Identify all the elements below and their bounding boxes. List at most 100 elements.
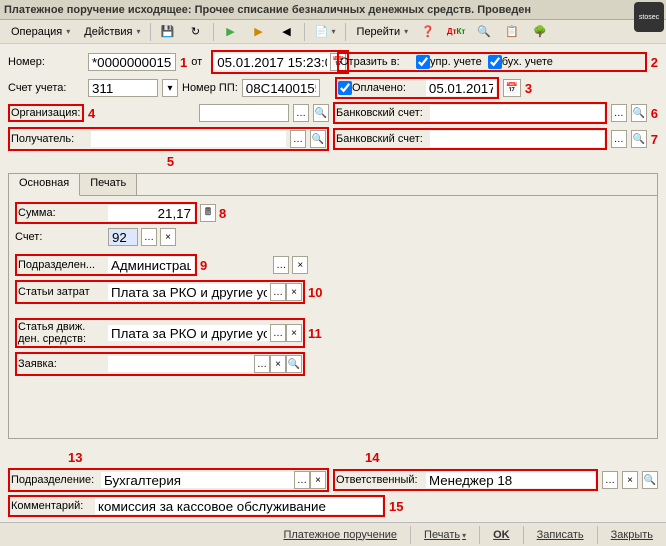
cash-clear-button[interactable]: × [286, 324, 302, 342]
annotation-3: 3 [525, 81, 532, 96]
recipient-select-button[interactable]: … [290, 130, 306, 148]
goto-menu[interactable]: Перейти▾ [350, 23, 414, 41]
request-clear-button[interactable]: × [270, 355, 286, 373]
search-icon-button[interactable]: 🔍 [471, 21, 497, 43]
annotation-9: 9 [200, 258, 207, 273]
cost-input[interactable] [108, 284, 270, 300]
request-input[interactable] [108, 356, 254, 372]
bank2-open-button[interactable]: 🔍 [631, 130, 647, 148]
refresh-icon-button[interactable]: ↻ [183, 21, 209, 43]
bottom-dept-select-button[interactable]: … [294, 471, 310, 489]
request-select-button[interactable]: … [254, 355, 270, 373]
bank1-open-button[interactable]: 🔍 [631, 104, 647, 122]
fin-acct-label: бух. учете [502, 56, 553, 68]
list-icon: 📋 [504, 24, 520, 40]
mgmt-acct-checkbox[interactable] [416, 55, 430, 69]
actions-menu[interactable]: Действия▾ [77, 23, 145, 41]
save-icon-button[interactable]: 💾 [155, 21, 181, 43]
resp-select-button[interactable]: … [602, 471, 618, 489]
bottom-dept-label: Подразделение: [11, 474, 101, 486]
tab-acct-select-button[interactable]: … [141, 228, 157, 246]
tree-icon-button[interactable]: 🌳 [527, 21, 553, 43]
tab-main[interactable]: Основная [9, 174, 80, 196]
save-button[interactable]: Записать [530, 526, 591, 544]
payment-order-button[interactable]: Платежное поручение [276, 526, 404, 544]
sum-calc-button[interactable]: 🖩 [200, 204, 216, 222]
cost-clear-button[interactable]: × [286, 283, 302, 301]
toolbar: Операция▾ Действия▾ 💾 ↻ ▶ ▶ ◀ 📄▾ Перейти… [0, 20, 666, 44]
cost-label: Статьи затрат [18, 286, 108, 298]
dtkt-icon-button[interactable]: ДтКт [443, 21, 469, 43]
dept-clear-button[interactable]: × [292, 256, 308, 274]
recipient-open-button[interactable]: 🔍 [310, 130, 326, 148]
bank1-input[interactable] [430, 105, 604, 121]
ok-button[interactable]: OK [486, 526, 517, 544]
tab-acct-label: Счет: [15, 231, 105, 243]
close-button[interactable]: Закрыть [604, 526, 660, 544]
account-input[interactable] [88, 79, 158, 97]
org-open-button[interactable]: 🔍 [313, 104, 329, 122]
tree-icon: 🌳 [532, 24, 548, 40]
recipient-input[interactable] [91, 131, 286, 147]
help-icon: ❓ [420, 24, 436, 40]
bank2-input[interactable] [430, 131, 604, 147]
tab-acct-input[interactable] [108, 228, 138, 246]
resp-clear-button[interactable]: × [622, 471, 638, 489]
refresh-icon: ↻ [188, 24, 204, 40]
print-menu-button[interactable]: Печать▾ [417, 526, 473, 544]
account-dropdown-button[interactable]: ▾ [162, 79, 178, 97]
search-icon: 🔍 [476, 24, 492, 40]
number-input[interactable] [88, 53, 176, 71]
dept-select-button[interactable]: … [273, 256, 289, 274]
help-icon-button[interactable]: ❓ [415, 21, 441, 43]
unpost-icon-button[interactable]: ◀ [274, 21, 300, 43]
org-select-button[interactable]: … [293, 104, 309, 122]
pp-label: Номер ПП: [182, 82, 238, 94]
create-from-button[interactable]: 📄▾ [309, 21, 341, 43]
cash-select-button[interactable]: … [270, 324, 286, 342]
operation-menu[interactable]: Операция▾ [4, 23, 75, 41]
pp-input[interactable] [242, 79, 320, 97]
unpost-icon: ◀ [279, 24, 295, 40]
titlebar: Платежное поручение исходящее: Прочее сп… [0, 0, 666, 20]
annotation-7: 7 [651, 132, 658, 147]
floppy-icon: 💾 [160, 24, 176, 40]
tab-acct-clear-button[interactable]: × [160, 228, 176, 246]
annotation-4: 4 [88, 106, 95, 121]
paid-date-input[interactable] [426, 80, 496, 96]
caret-icon: ▾ [66, 27, 70, 36]
comment-input[interactable] [95, 498, 382, 514]
post-icon-button[interactable]: ▶ [218, 21, 244, 43]
post-icon-button-2[interactable]: ▶ [246, 21, 272, 43]
bottom-dept-clear-button[interactable]: × [310, 471, 326, 489]
bank2-select-button[interactable]: … [611, 130, 627, 148]
org-label: Организация: [8, 104, 84, 122]
dept-label: Подразделен... [18, 259, 108, 271]
sum-input[interactable] [108, 205, 194, 221]
sum-label: Сумма: [18, 207, 108, 219]
post-icon: ▶ [223, 24, 239, 40]
comment-label: Комментарий: [11, 500, 95, 512]
paid-calendar-button[interactable]: 📅 [503, 79, 521, 97]
tab-print[interactable]: Печать [80, 174, 137, 195]
number-label: Номер: [8, 56, 84, 68]
annotation-14: 14 [365, 450, 379, 465]
bottom-fields: 13 14 Подразделение: … × Ответственный: … [8, 450, 658, 520]
fin-acct-checkbox[interactable] [488, 55, 502, 69]
bank1-select-button[interactable]: … [611, 104, 627, 122]
request-label: Заявка: [18, 358, 108, 370]
date-input[interactable] [214, 54, 330, 70]
resp-open-button[interactable]: 🔍 [642, 471, 658, 489]
resp-input[interactable] [426, 472, 595, 488]
cash-input[interactable] [108, 325, 270, 341]
paid-checkbox[interactable] [338, 81, 352, 95]
list-icon-button[interactable]: 📋 [499, 21, 525, 43]
caret-icon: ▾ [137, 27, 141, 36]
bottom-dept-input[interactable] [101, 472, 294, 488]
cost-select-button[interactable]: … [270, 283, 286, 301]
request-open-button[interactable]: 🔍 [286, 355, 302, 373]
tab-body: Сумма: 🖩 8 Счет: … × Подразделен... 9 … … [9, 196, 657, 386]
dtkt-icon: ДтКт [448, 24, 464, 40]
org-input[interactable] [199, 104, 289, 122]
dept-input[interactable] [108, 257, 194, 273]
